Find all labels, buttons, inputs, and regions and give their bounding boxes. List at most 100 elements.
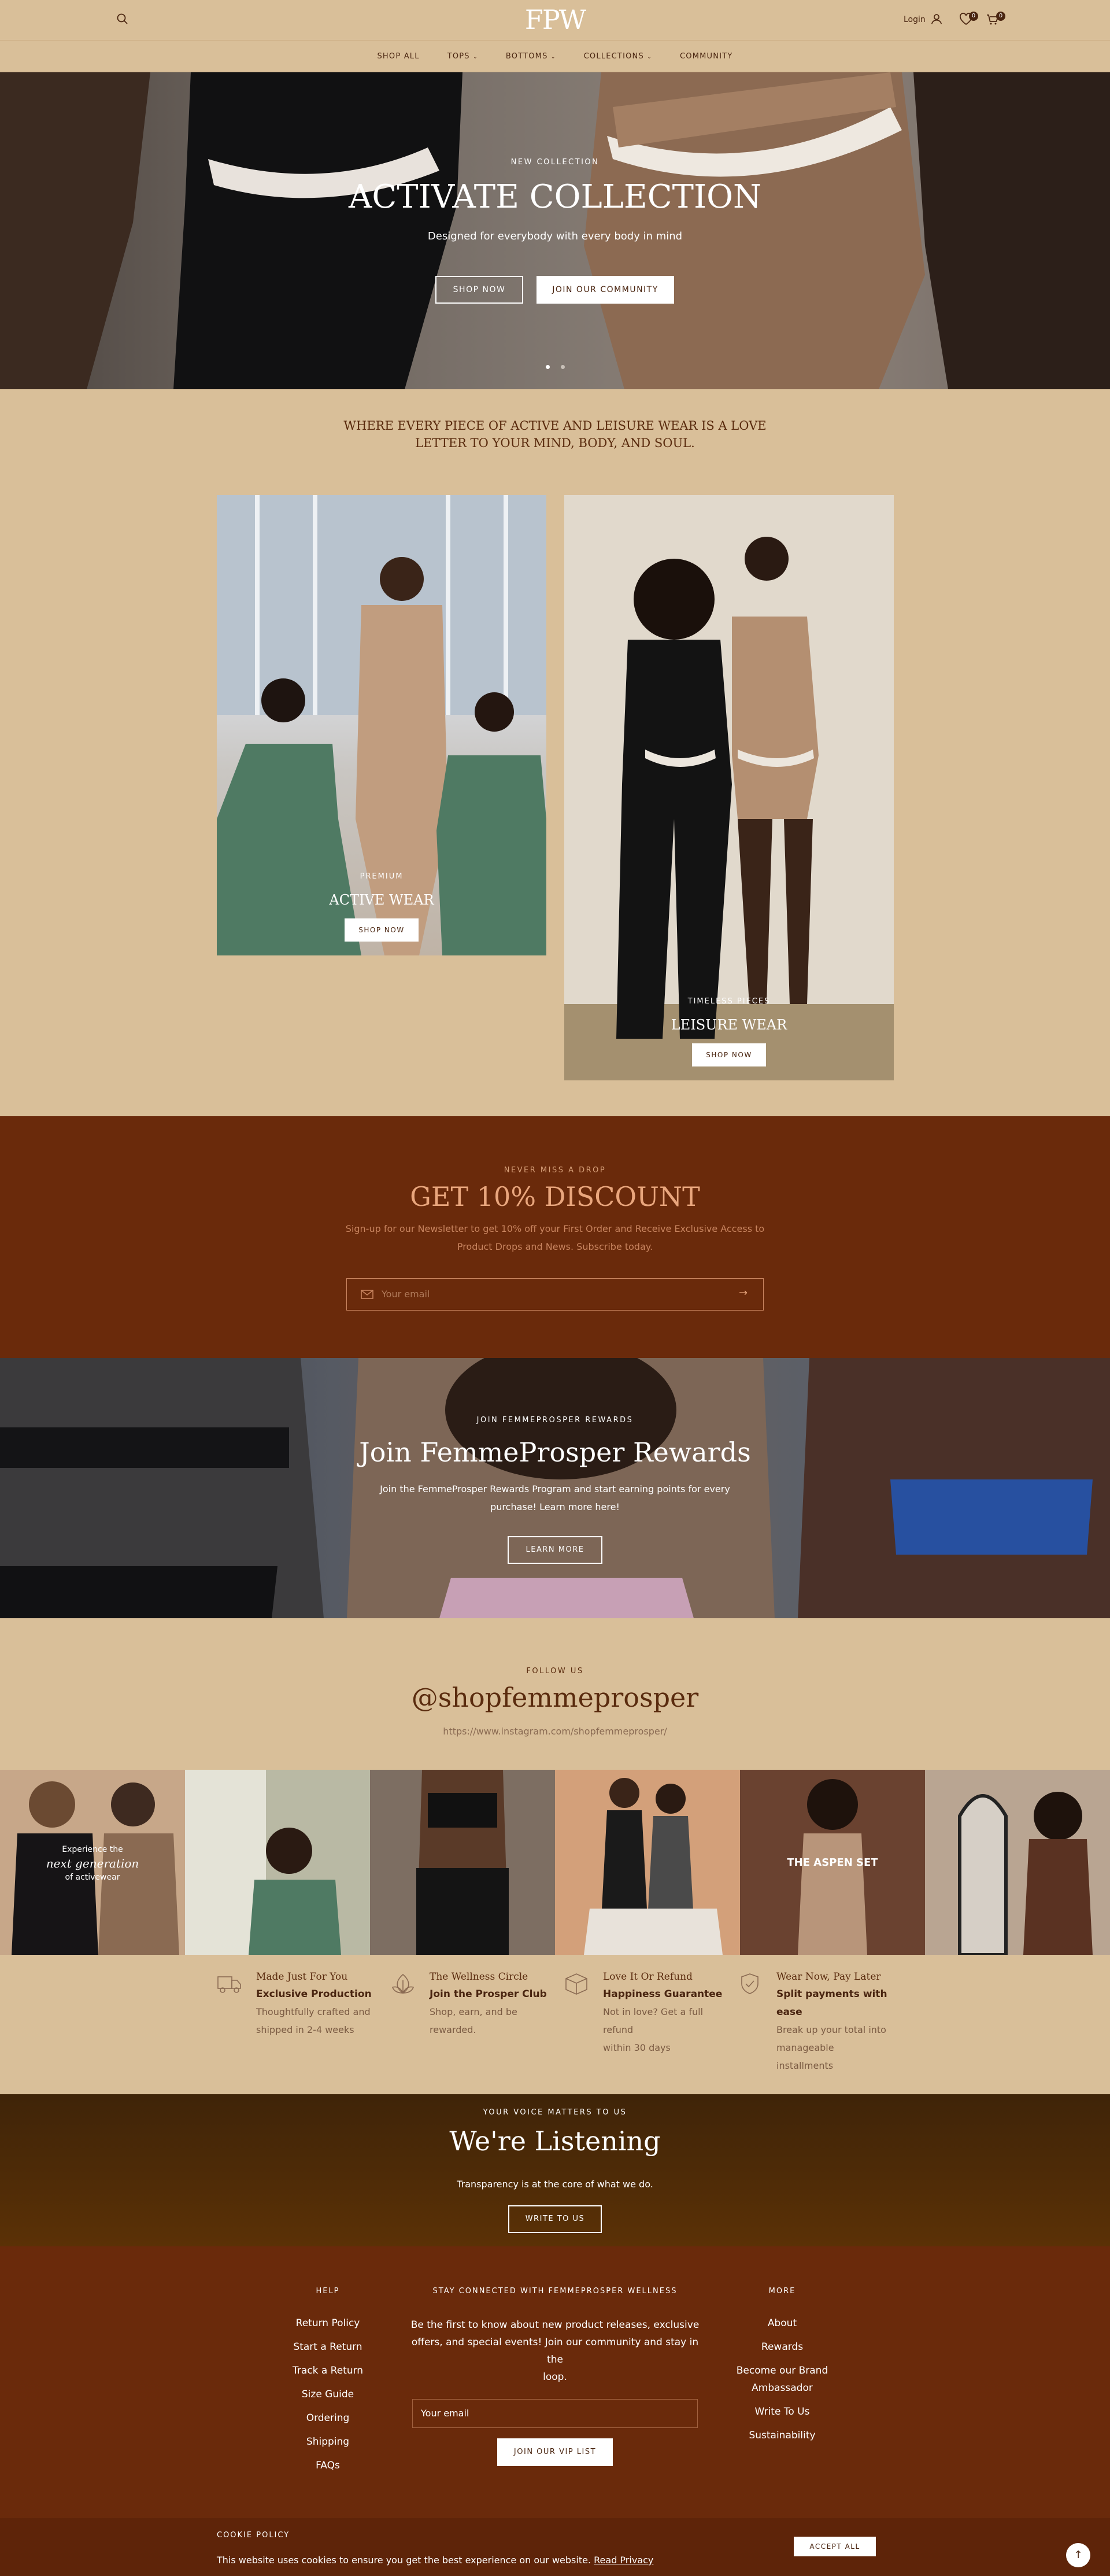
footer-link-rewards[interactable]: Rewards — [724, 2341, 840, 2353]
instagram-post-2[interactable] — [185, 1770, 370, 1955]
instagram-post-4[interactable] — [555, 1770, 740, 1955]
active-wear-shop-now-button[interactable]: SHOP NOW — [345, 918, 419, 942]
cookie-banner: COOKIE POLICY This website uses cookies … — [0, 2518, 1110, 2576]
rewards-kicker: JOIN FEMMEPROSPER REWARDS — [476, 1416, 634, 1424]
feature-bold: Happiness Guarantee — [603, 1988, 723, 2000]
footer-connect-text-1: Be the first to know about new product r… — [410, 2319, 700, 2331]
instagram-post-5[interactable]: THE ASPEN SET — [740, 1770, 925, 1955]
footer-link-return-policy[interactable]: Return Policy — [270, 2317, 386, 2329]
nav-bottoms[interactable]: BOTTOMS ⌄ — [506, 52, 556, 61]
wishlist-count-badge: 0 — [969, 12, 978, 21]
footer-link-ordering[interactable]: Ordering — [270, 2412, 386, 2424]
listening-kicker: YOUR VOICE MATTERS TO US — [483, 2108, 627, 2117]
leaf-icon — [390, 1972, 416, 1998]
search-icon[interactable] — [116, 12, 133, 29]
active-wear-card[interactable]: PREMIUM ACTIVE WEAR SHOP NOW — [217, 495, 546, 955]
scroll-to-top-button[interactable]: ↑ — [1066, 2543, 1090, 2567]
hero-shop-now-button[interactable]: SHOP NOW — [435, 276, 523, 304]
newsletter-email-placeholder: Your email — [382, 1289, 430, 1300]
join-vip-list-button[interactable]: JOIN OUR VIP LIST — [497, 2438, 613, 2466]
nav-tops[interactable]: TOPS ⌄ — [447, 52, 478, 61]
feedback-section: YOUR VOICE MATTERS TO US We're Listening… — [0, 2094, 1110, 2246]
cookie-text: This website uses cookies to ensure you … — [217, 2555, 591, 2566]
footer-link-sustainability[interactable]: Sustainability — [724, 2430, 840, 2441]
footer-connect-text-2: offers, and special events! Join our com… — [411, 2337, 699, 2365]
carousel-dot-active[interactable] — [546, 365, 550, 369]
footer-link-track-return[interactable]: Track a Return — [270, 2365, 386, 2376]
main-nav: SHOP ALL TOPS ⌄ BOTTOMS ⌄ COLLECTIONS ⌄ … — [0, 40, 1110, 72]
footer-link-about[interactable]: About — [724, 2317, 840, 2329]
instagram-post-6[interactable] — [925, 1770, 1110, 1955]
rewards-text-2: purchase! Learn more here! — [490, 1501, 620, 1512]
chevron-down-icon: ⌄ — [647, 54, 653, 60]
hero-join-community-button[interactable]: JOIN OUR COMMUNITY — [536, 276, 674, 304]
footer-link-write-to-us[interactable]: Write To Us — [724, 2406, 840, 2418]
footer-link-size-guide[interactable]: Size Guide — [270, 2389, 386, 2400]
nav-community[interactable]: COMMUNITY — [680, 52, 733, 61]
leisure-wear-title: LEISURE WEAR — [671, 1017, 787, 1033]
newsletter-email-field[interactable]: Your email → — [346, 1278, 764, 1311]
accept-all-cookies-button[interactable]: ACCEPT ALL — [794, 2537, 876, 2556]
feature-title: The Wellness Circle — [430, 1971, 528, 1983]
instagram-post-3[interactable] — [370, 1770, 555, 1955]
cart-count-badge: 0 — [996, 12, 1005, 21]
instagram-image-4 — [584, 1778, 723, 1955]
intro-line-1: WHERE EVERY PIECE OF ACTIVE AND LEISURE … — [343, 419, 767, 433]
footer-link-shipping[interactable]: Shipping — [270, 2436, 386, 2448]
rewards-text-1: Join the FemmeProsper Rewards Program an… — [380, 1483, 730, 1494]
leisure-wear-kicker: TIMELESS PIECES — [687, 997, 771, 1006]
instagram-kicker: FOLLOW US — [526, 1667, 584, 1675]
newsletter-kicker: NEVER MISS A DROP — [504, 1166, 606, 1175]
newsletter-text-1: Sign-up for our Newsletter to get 10% of… — [345, 1223, 765, 1234]
nav-shop-all[interactable]: SHOP ALL — [377, 52, 419, 61]
feature-line: manageable — [776, 2042, 834, 2053]
nav-bottoms-label: BOTTOMS — [505, 51, 548, 61]
hero-title: ACTIVATE COLLECTION — [348, 178, 762, 216]
footer-link-start-return[interactable]: Start a Return — [270, 2341, 386, 2353]
arrow-up-icon: ↑ — [1074, 2549, 1083, 2561]
footer-link-faqs[interactable]: FAQs — [270, 2460, 386, 2471]
intro-line-2: LETTER TO YOUR MIND, BODY, AND SOUL. — [415, 436, 695, 450]
carousel-dot[interactable] — [561, 365, 565, 369]
rewards-learn-more-button[interactable]: LEARN MORE — [508, 1536, 602, 1564]
instagram-handle[interactable]: @shopfemmeprosper — [0, 1682, 1110, 1713]
login-link[interactable]: Login — [904, 15, 926, 24]
tile1-line-1: Experience the — [62, 1845, 123, 1854]
feature-line: within 30 days — [603, 2042, 671, 2053]
hero-banner: NEW COLLECTION ACTIVATE COLLECTION Desig… — [0, 72, 1110, 389]
active-wear-kicker: PREMIUM — [360, 872, 404, 881]
active-wear-image — [217, 495, 546, 955]
brand-logo[interactable]: FPW — [523, 3, 587, 36]
footer-help-heading: HELP — [316, 2287, 340, 2295]
leisure-wear-shop-now-button[interactable]: SHOP NOW — [692, 1043, 766, 1066]
hero-kicker: NEW COLLECTION — [510, 158, 600, 167]
feature-line: Thoughtfully crafted and — [256, 2006, 371, 2017]
newsletter-section: NEVER MISS A DROP GET 10% DISCOUNT Sign-… — [0, 1116, 1110, 1358]
feature-title: Made Just For You — [256, 1971, 348, 1983]
footer-email-field[interactable]: Your email — [412, 2399, 698, 2428]
arrow-right-icon[interactable]: → — [739, 1287, 748, 1299]
shield-check-icon — [737, 1972, 763, 1998]
footer-link-brand-ambassador[interactable]: Become our Brand — [724, 2365, 840, 2376]
instagram-post-1[interactable]: Experience the next generation of active… — [0, 1770, 185, 1955]
footer-more-heading: MORE — [768, 2287, 796, 2295]
cookie-heading: COOKIE POLICY — [217, 2531, 290, 2540]
nav-collections[interactable]: COLLECTIONS ⌄ — [584, 52, 652, 61]
account-icon[interactable] — [930, 13, 948, 30]
instagram-image-6 — [958, 1792, 1093, 1955]
feature-line: Shop, earn, and be — [430, 2006, 517, 2017]
feature-line: shipped in 2-4 weeks — [256, 2024, 354, 2035]
instagram-url[interactable]: https://www.instagram.com/shopfemmeprosp… — [0, 1726, 1110, 1737]
envelope-icon — [361, 1289, 373, 1302]
tile1-line-3: of activewear — [65, 1873, 120, 1882]
footer-connect-heading: STAY CONNECTED WITH FEMMEPROSPER WELLNES… — [432, 2287, 678, 2295]
read-privacy-link[interactable]: Read Privacy — [594, 2555, 653, 2566]
footer-link-brand-ambassador-line2[interactable]: Ambassador — [724, 2382, 840, 2394]
write-to-us-button[interactable]: WRITE TO US — [508, 2205, 602, 2233]
footer-connect-text-3: loop. — [543, 2371, 567, 2383]
newsletter-title: GET 10% DISCOUNT — [410, 1181, 700, 1212]
leisure-wear-card[interactable]: TIMELESS PIECES LEISURE WEAR SHOP NOW — [564, 495, 894, 1080]
feature-bold: Split payments with — [776, 1988, 887, 2000]
rewards-title: Join FemmeProsper Rewards — [359, 1437, 751, 1468]
feature-title: Love It Or Refund — [603, 1971, 693, 1983]
